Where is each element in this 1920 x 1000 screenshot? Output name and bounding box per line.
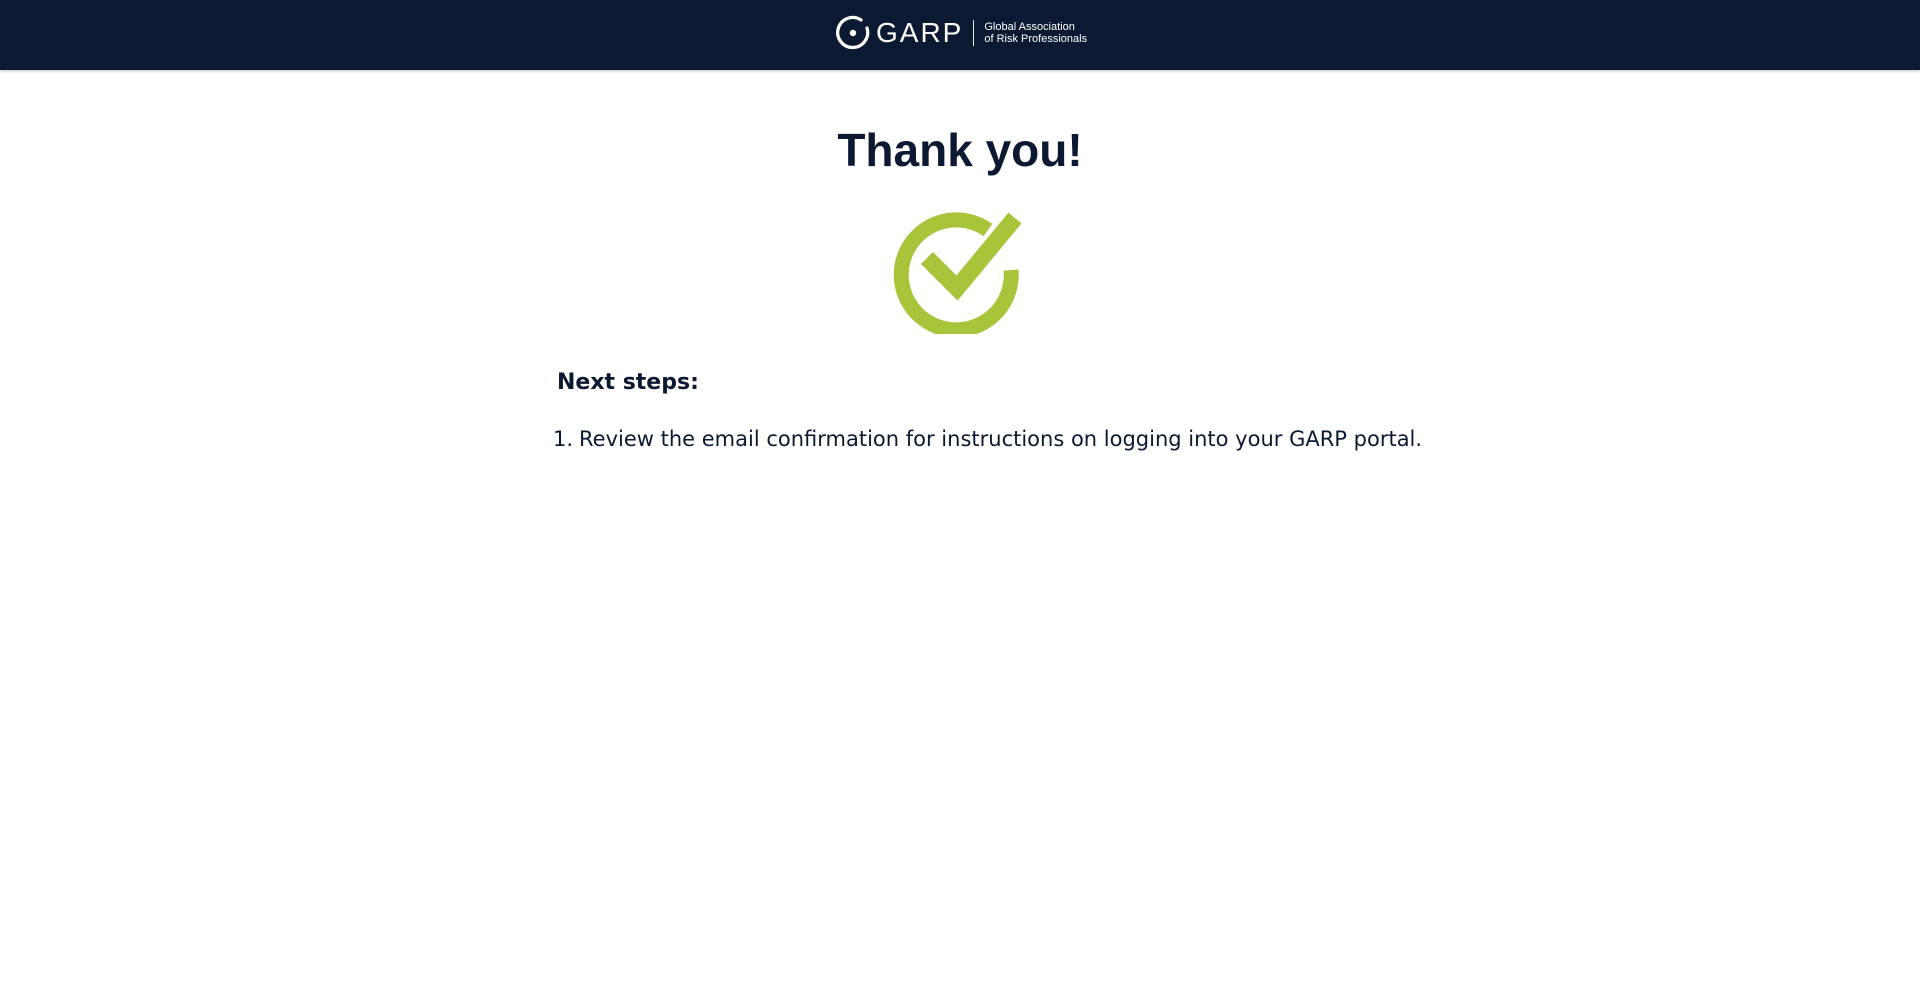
logo-tagline-line1: Global Association <box>984 21 1075 33</box>
step-number: 1. <box>553 427 574 451</box>
logo-tagline-line2: of Risk Professionals <box>984 33 1088 45</box>
page-title: Thank you! <box>837 124 1083 176</box>
check-circle-icon <box>893 212 1022 334</box>
garp-logo[interactable]: GARP Global Association of Risk Professi… <box>834 14 1087 52</box>
logo-tagline: Global Association of Risk Professionals <box>984 21 1087 45</box>
garp-logo-mark-icon <box>836 15 870 50</box>
logo-divider <box>973 20 975 46</box>
next-steps-list: 1. Review the email confirmation for ins… <box>553 425 1422 453</box>
next-steps-heading: Next steps: <box>557 370 699 395</box>
list-item: 1. Review the email confirmation for ins… <box>553 425 1422 453</box>
step-text: Review the email confirmation for instru… <box>579 427 1423 451</box>
top-header-bar: GARP Global Association of Risk Professi… <box>0 0 1920 70</box>
logo-wordmark: GARP <box>876 17 964 48</box>
